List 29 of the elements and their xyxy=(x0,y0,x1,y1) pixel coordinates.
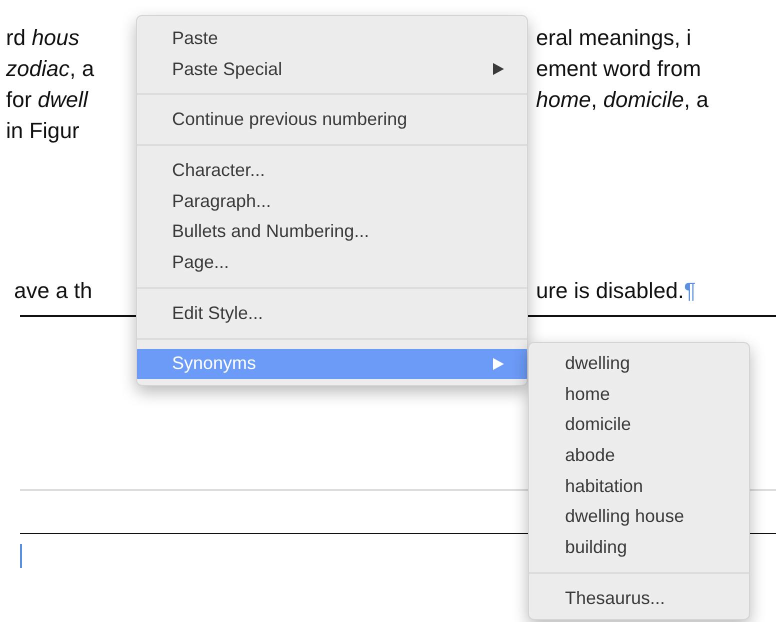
text-cursor xyxy=(20,544,22,568)
submenu-arrow-icon xyxy=(491,62,505,76)
menu-item[interactable]: Character... xyxy=(137,155,527,186)
menu-item[interactable]: Page... xyxy=(137,247,527,278)
paragraph-text: rd hous xyxy=(6,24,80,50)
menu-item[interactable]: dwelling house xyxy=(529,501,749,532)
menu-item[interactable]: abode xyxy=(529,440,749,471)
menu-item[interactable]: home xyxy=(529,378,749,410)
menu-item[interactable]: Paste Special xyxy=(137,54,527,84)
paragraph-text: eral meanings, i xyxy=(536,24,692,50)
submenu-arrow-icon xyxy=(491,356,505,371)
menu-item[interactable]: Bullets and Numbering... xyxy=(137,216,527,248)
menu-item[interactable]: Edit Style... xyxy=(137,298,527,328)
menu-item[interactable]: Paste xyxy=(137,23,527,54)
menu-item[interactable]: Continue previous numbering xyxy=(137,104,527,136)
menu-item[interactable]: building xyxy=(529,532,749,563)
menu-item[interactable]: habitation xyxy=(529,470,749,502)
paragraph-text: ave a th xyxy=(14,278,92,304)
paragraph-text: in Figur xyxy=(6,118,80,144)
paragraph-text: home, domicile, a xyxy=(536,86,708,112)
paragraph-text: ement word from xyxy=(536,56,702,82)
menu-item[interactable]: dwelling xyxy=(529,348,749,379)
menu-item[interactable]: Paragraph... xyxy=(137,186,527,216)
pilcrow-mark: ¶ xyxy=(684,278,696,304)
paragraph-text: for dwell xyxy=(6,86,88,112)
menu-item[interactable]: Thesaurus... xyxy=(529,582,749,614)
paragraph-text: zodiac, a xyxy=(6,56,94,82)
paragraph-text: ure is disabled. xyxy=(536,278,684,304)
menu-item[interactable]: domicile xyxy=(529,409,749,440)
